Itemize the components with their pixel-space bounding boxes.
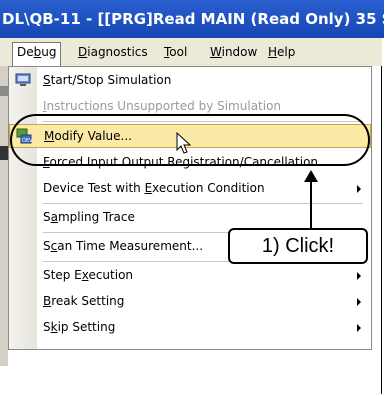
menu-item-label: Modify Value... — [44, 129, 132, 143]
menu-item-start-stop-simulation[interactable]: Start/Stop Simulation — [9, 69, 371, 93]
window-title: DL\QB-11 - [[PRG]Read MAIN (Read Only) 3… — [2, 10, 384, 28]
submenu-arrow-icon — [357, 185, 361, 193]
menu-item-label: Step Execution — [43, 268, 134, 282]
submenu-arrow-icon — [357, 298, 361, 306]
svg-text:DEV: DEV — [22, 138, 32, 144]
mouse-cursor-icon — [176, 132, 192, 154]
submenu-arrow-icon — [357, 272, 361, 280]
menu-diagnostics[interactable]: Diagnostics — [74, 43, 152, 61]
menu-item-label: Sampling Trace — [43, 210, 135, 224]
menu-separator — [43, 203, 363, 204]
menu-item-label: Break Setting — [43, 294, 125, 308]
menu-item-label: Skip Setting — [43, 320, 116, 334]
menu-item-sampling-trace[interactable]: Sampling Trace — [9, 206, 371, 230]
menu-item-skip-setting[interactable]: Skip Setting — [9, 316, 371, 340]
menu-tool[interactable]: Tool — [160, 43, 191, 61]
toolbar-fragment — [0, 146, 8, 160]
click-callout: 1) Click! — [228, 228, 368, 264]
menu-item-label: Instructions Unsupported by Simulation — [43, 99, 282, 113]
arrow-line — [310, 176, 312, 230]
menu-help[interactable]: Help — [264, 43, 299, 61]
background-toolbar-strip — [0, 66, 8, 366]
modify-value-icon: DEV — [16, 128, 32, 144]
menu-window[interactable]: Window — [206, 43, 261, 61]
menu-bar: Debug Diagnostics Tool Window Help — [0, 38, 382, 67]
menu-item-label: Scan Time Measurement... — [43, 239, 204, 253]
menu-item-label: Device Test with Execution Condition — [43, 181, 265, 195]
menu-item-break-setting[interactable]: Break Setting — [9, 290, 371, 314]
toolbar-fragment — [0, 86, 8, 96]
callout-text: 1) Click! — [261, 235, 335, 257]
menu-item-step-execution[interactable]: Step Execution — [9, 264, 371, 288]
menu-item-label: Start/Stop Simulation — [43, 73, 172, 87]
menu-item-instructions-unsupported: Instructions Unsupported by Simulation — [9, 95, 371, 119]
window-title-bar: DL\QB-11 - [[PRG]Read MAIN (Read Only) 3… — [0, 0, 384, 38]
menu-debug[interactable]: Debug — [12, 42, 62, 67]
monitor-icon — [15, 73, 31, 86]
debug-menu: Start/Stop Simulation Instructions Unsup… — [8, 66, 372, 350]
menu-item-label: Forced Input Output Registration/Cancell… — [43, 155, 330, 169]
menu-separator — [43, 121, 363, 122]
submenu-arrow-icon — [357, 324, 361, 332]
